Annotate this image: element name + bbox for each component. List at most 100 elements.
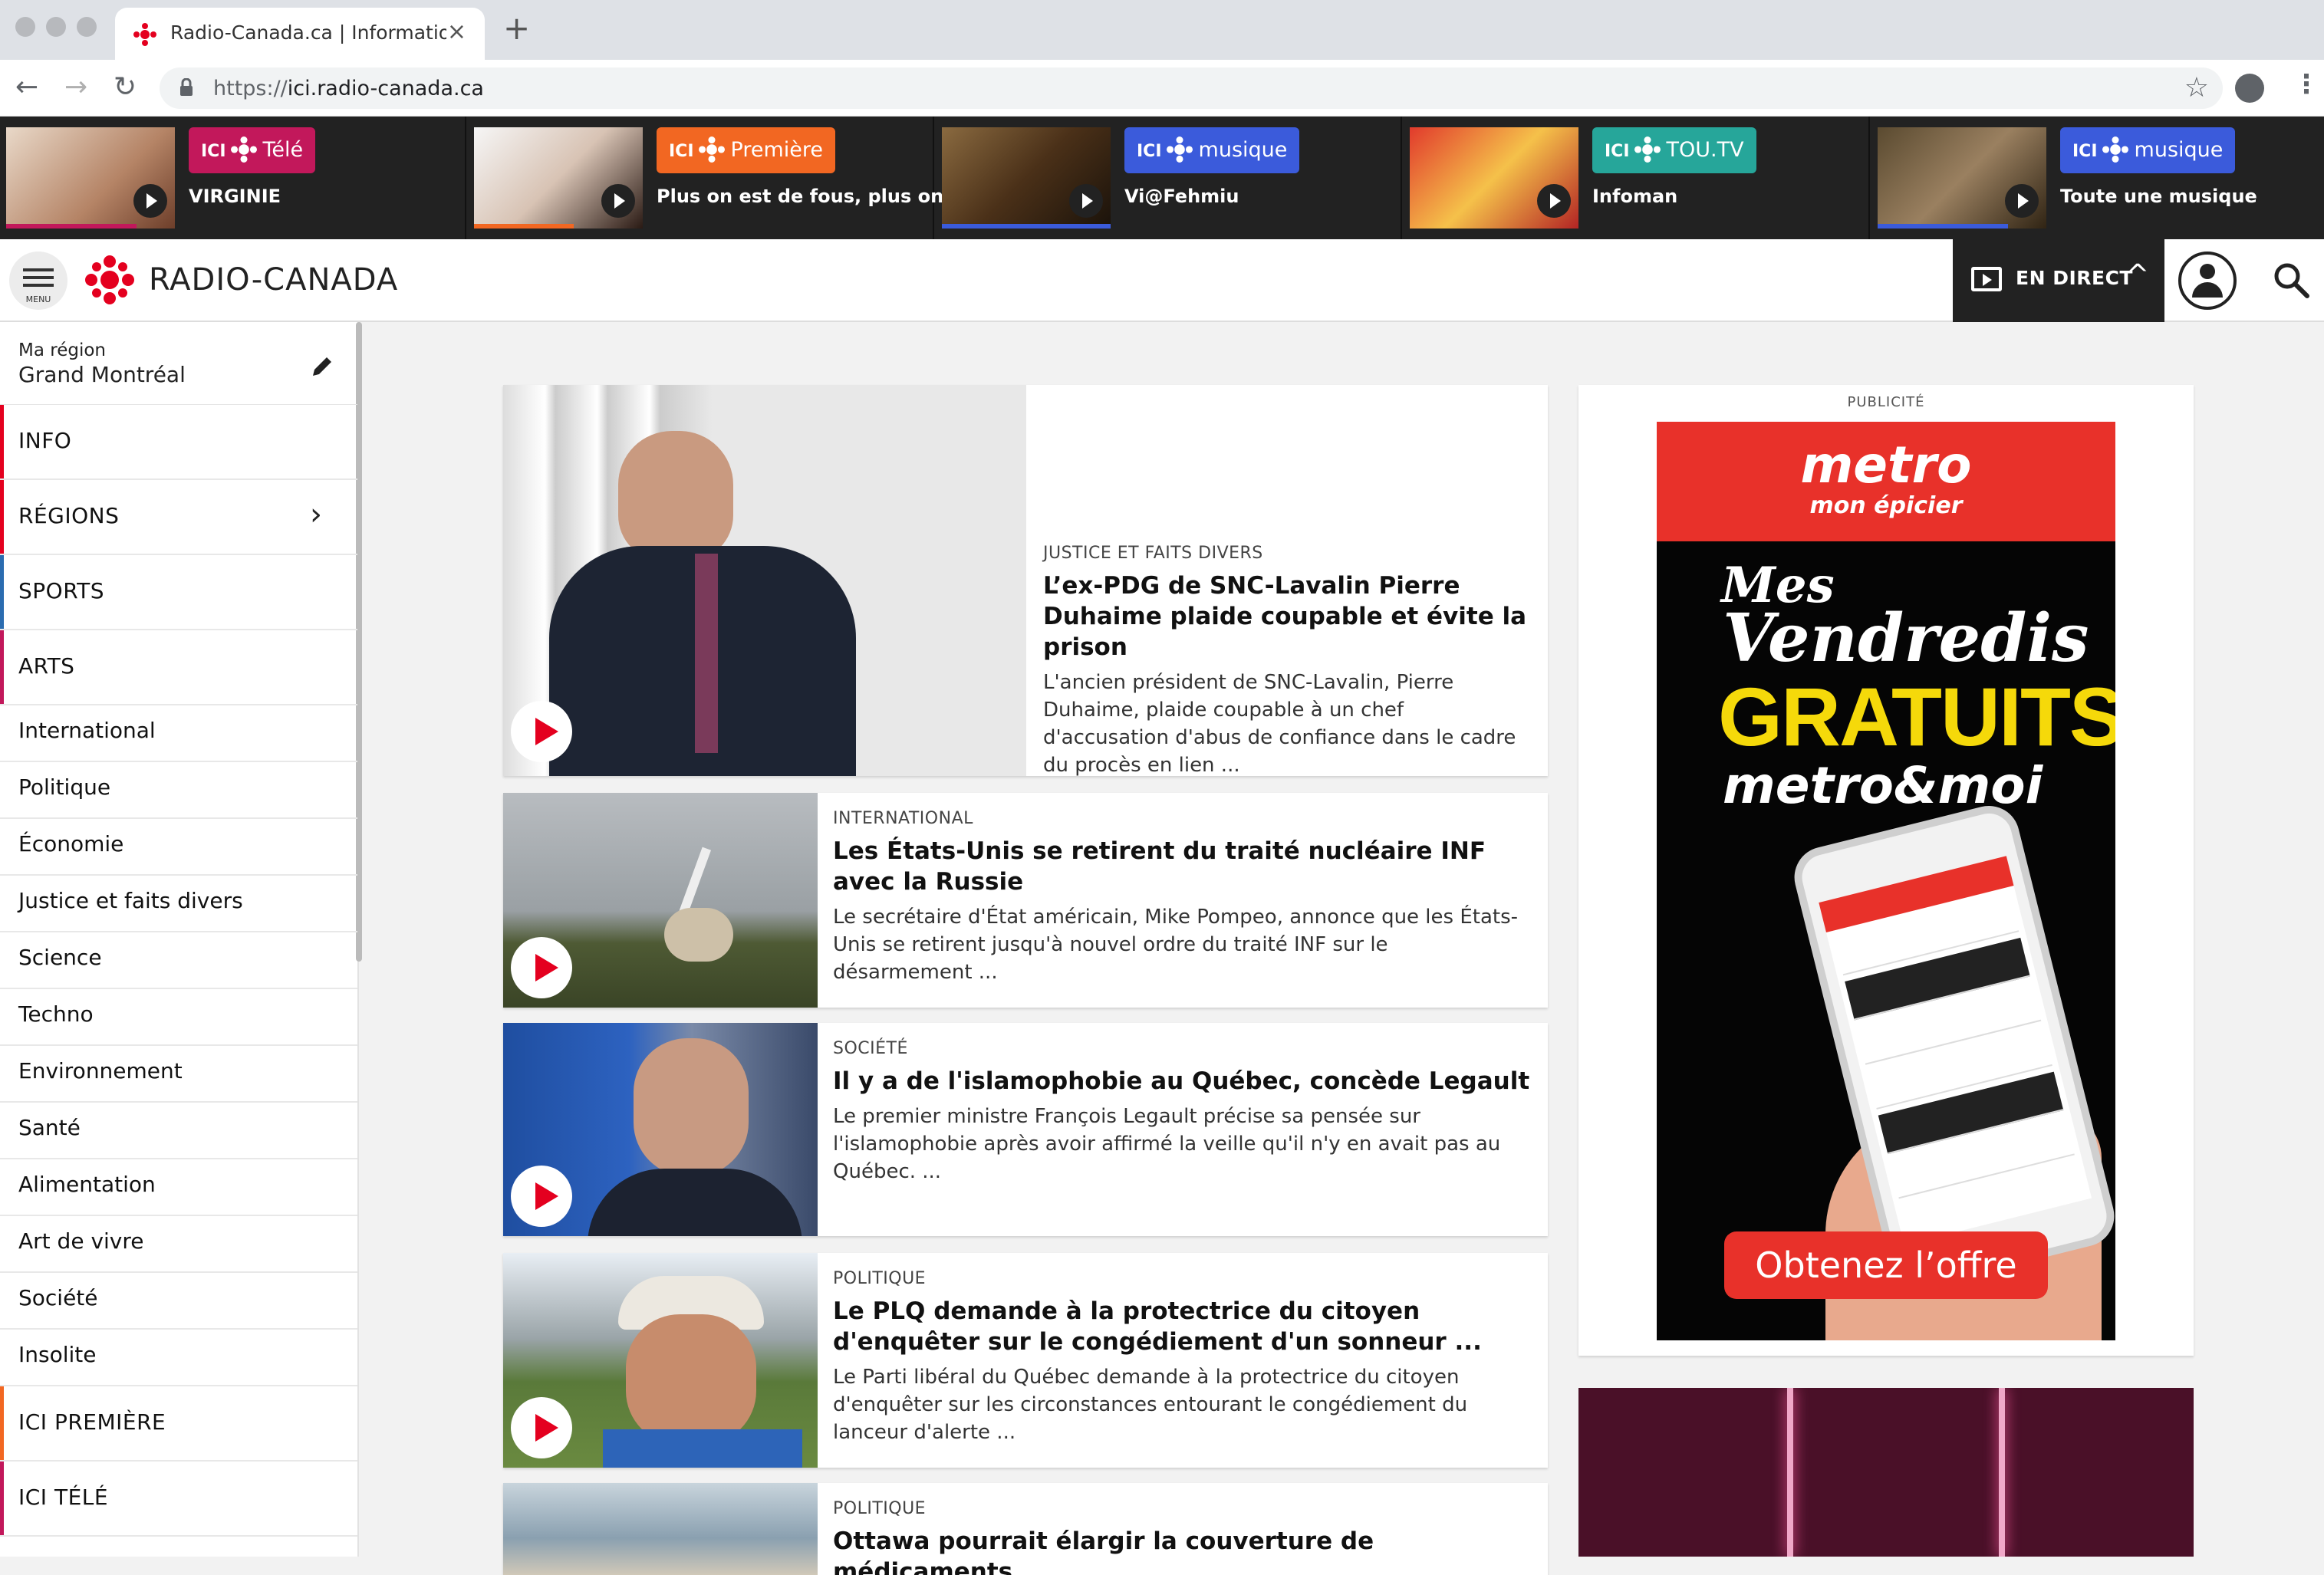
new-tab-button[interactable]: + xyxy=(503,12,530,44)
promo-item[interactable]: ICI Télé VIRGINIE xyxy=(0,117,466,239)
browser-tab[interactable]: Radio-Canada.ca | Information × xyxy=(115,8,485,60)
forward-button[interactable]: → xyxy=(64,71,87,104)
chevron-right-icon: › xyxy=(310,497,322,532)
play-video-icon[interactable] xyxy=(511,701,572,762)
chevron-up-icon: ^ xyxy=(2126,259,2150,291)
sidebar-nav: Ma région Grand Montréal INFO RÉGIONS › … xyxy=(0,322,362,1557)
news-card[interactable]: SOCIÉTÉ Il y a de l'islamophobie au Québ… xyxy=(503,1023,1548,1236)
sidebar-item-label: SPORTS xyxy=(18,578,104,603)
play-icon xyxy=(1069,184,1103,218)
article-title[interactable]: L’ex-PDG de SNC-Lavalin Pierre Duhaime p… xyxy=(1043,570,1534,663)
sidebar-item-label: INFO xyxy=(18,428,72,453)
article-text: INTERNATIONAL Les États-Unis se retirent… xyxy=(833,807,1531,986)
sidebar-subitem[interactable]: Art de vivre xyxy=(0,1216,357,1273)
promo-thumbnail xyxy=(942,127,1111,229)
browser-menu-icon[interactable]: ⋮ xyxy=(2293,69,2319,100)
promo-item[interactable]: ICI musique Toute une musique xyxy=(1871,117,2324,239)
play-icon xyxy=(601,184,635,218)
sidebar-subitem[interactable]: Science xyxy=(0,932,357,989)
promo-item[interactable]: ICI Première Plus on est de fous, plus on… xyxy=(468,117,986,239)
browser-toolbar: ← → ↻ https://ici.radio-canada.ca ☆ ⋮ xyxy=(0,60,2324,117)
sidebar-subitem-label: Économie xyxy=(18,831,124,857)
article-summary: Le secrétaire d'État américain, Mike Pom… xyxy=(833,906,1519,984)
url-text: https://ici.radio-canada.ca xyxy=(213,77,484,100)
promo-item[interactable]: ICI musique Vi@Fehmiu xyxy=(936,117,1402,239)
window-maximize-dot[interactable] xyxy=(77,17,97,37)
sidebar-item-arts[interactable]: ARTS xyxy=(0,630,357,705)
sidebar-item-ici-premiere[interactable]: ICI PREMIÈRE xyxy=(0,1386,357,1462)
region-value: Grand Montréal xyxy=(18,362,186,387)
search-icon[interactable] xyxy=(2270,259,2313,302)
sidebar-subitem[interactable]: Économie xyxy=(0,819,357,876)
article-category[interactable]: SOCIÉTÉ xyxy=(833,1037,1531,1061)
sidebar-item-sports[interactable]: SPORTS xyxy=(0,555,357,630)
news-card-featured[interactable]: JUSTICE ET FAITS DIVERS L’ex-PDG de SNC-… xyxy=(503,385,1548,776)
sidebar-subitem[interactable]: Santé xyxy=(0,1103,357,1159)
sidebar-subitem[interactable]: International xyxy=(0,705,357,762)
play-video-icon[interactable] xyxy=(511,937,572,998)
sidebar-item-label: ICI TÉLÉ xyxy=(18,1485,109,1510)
article-text: JUSTICE ET FAITS DIVERS L’ex-PDG de SNC-… xyxy=(1043,541,1534,776)
region-label: Ma région xyxy=(18,340,106,360)
article-title[interactable]: Ottawa pourrait élargir la couverture de… xyxy=(833,1526,1531,1575)
article-title[interactable]: Les États-Unis se retirent du traité nuc… xyxy=(833,836,1531,897)
sidebar-item-label: ICI PREMIÈRE xyxy=(18,1409,166,1435)
sidebar-subitem[interactable]: Alimentation xyxy=(0,1159,357,1216)
sidebar-subitem[interactable]: Société xyxy=(0,1273,357,1330)
news-card[interactable]: POLITIQUE Le PLQ demande à la protectric… xyxy=(503,1253,1548,1468)
sidebar-item-label: ARTS xyxy=(18,653,75,679)
promo-title: Toute une musique xyxy=(2060,186,2257,207)
user-account-button[interactable] xyxy=(2178,252,2237,310)
article-title[interactable]: Le PLQ demande à la protectrice du citoy… xyxy=(833,1296,1531,1357)
sidebar-subitem[interactable]: Politique xyxy=(0,762,357,819)
sidebar-subitem-label: Environnement xyxy=(18,1058,183,1083)
radio-canada-gem-icon[interactable] xyxy=(84,255,135,305)
tab-close-icon[interactable]: × xyxy=(447,18,466,45)
user-icon xyxy=(2200,264,2215,279)
sidebar-subitem[interactable]: Insolite xyxy=(0,1330,357,1386)
section-color-bar xyxy=(0,480,4,554)
sidebar-item-regions[interactable]: RÉGIONS › xyxy=(0,480,357,555)
sidebar-subitem[interactable]: Techno xyxy=(0,989,357,1046)
news-card[interactable]: POLITIQUE Ottawa pourrait élargir la cou… xyxy=(503,1483,1548,1575)
article-category[interactable]: POLITIQUE xyxy=(833,1267,1531,1291)
menu-button[interactable]: MENU xyxy=(9,252,67,310)
section-color-bar xyxy=(0,1386,4,1460)
ad-label: PUBLICITÉ xyxy=(1847,394,1925,410)
reload-button[interactable]: ↻ xyxy=(114,71,137,104)
address-bar[interactable]: https://ici.radio-canada.ca ☆ xyxy=(160,67,2223,109)
promo-title: Infoman xyxy=(1592,186,1678,207)
sidebar-subitem[interactable]: Environnement xyxy=(0,1046,357,1103)
advertisement-secondary[interactable] xyxy=(1578,1388,2194,1557)
pencil-edit-icon[interactable] xyxy=(308,353,336,380)
play-icon xyxy=(1537,184,1571,218)
article-category[interactable]: INTERNATIONAL xyxy=(833,807,1531,831)
ad-cta-button[interactable]: Obtenez l’offre xyxy=(1724,1231,2048,1299)
hamburger-icon xyxy=(23,268,54,291)
article-summary: Le Parti libéral du Québec demande à la … xyxy=(833,1366,1468,1444)
sidebar-subitem-label: Science xyxy=(18,945,102,970)
window-minimize-dot[interactable] xyxy=(46,17,66,37)
sidebar-item-info[interactable]: INFO xyxy=(0,405,357,480)
play-video-icon[interactable] xyxy=(511,1166,572,1227)
article-category[interactable]: JUSTICE ET FAITS DIVERS xyxy=(1043,541,1534,566)
sidebar-subitem[interactable]: Justice et faits divers xyxy=(0,876,357,932)
article-category[interactable]: POLITIQUE xyxy=(833,1497,1531,1521)
site-logo-text[interactable]: RADIO-CANADA xyxy=(149,262,398,298)
ad-creative[interactable]: metro mon épicier Mes Vendredis GRATUITS… xyxy=(1657,422,2115,1340)
play-video-icon[interactable] xyxy=(511,1397,572,1458)
window-close-dot[interactable] xyxy=(15,17,35,37)
promo-thumbnail xyxy=(6,127,175,229)
back-button[interactable]: ← xyxy=(15,71,38,104)
article-title[interactable]: Il y a de l'islamophobie au Québec, conc… xyxy=(833,1066,1531,1097)
promo-item[interactable]: ICI TOU.TV Infoman xyxy=(1404,117,1870,239)
article-summary: Le premier ministre François Legault pré… xyxy=(833,1105,1501,1183)
news-card[interactable]: INTERNATIONAL Les États-Unis se retirent… xyxy=(503,793,1548,1008)
promo-thumbnail xyxy=(474,127,643,229)
browser-profile-icon[interactable] xyxy=(2235,74,2264,103)
live-button[interactable]: EN DIRECT ^ xyxy=(1953,239,2164,322)
bookmark-star-icon[interactable]: ☆ xyxy=(2184,72,2209,104)
radio-canada-gem-icon xyxy=(230,136,257,163)
sidebar-item-ici-tele[interactable]: ICI TÉLÉ xyxy=(0,1462,357,1537)
region-selector[interactable]: Ma région Grand Montréal xyxy=(0,322,357,405)
